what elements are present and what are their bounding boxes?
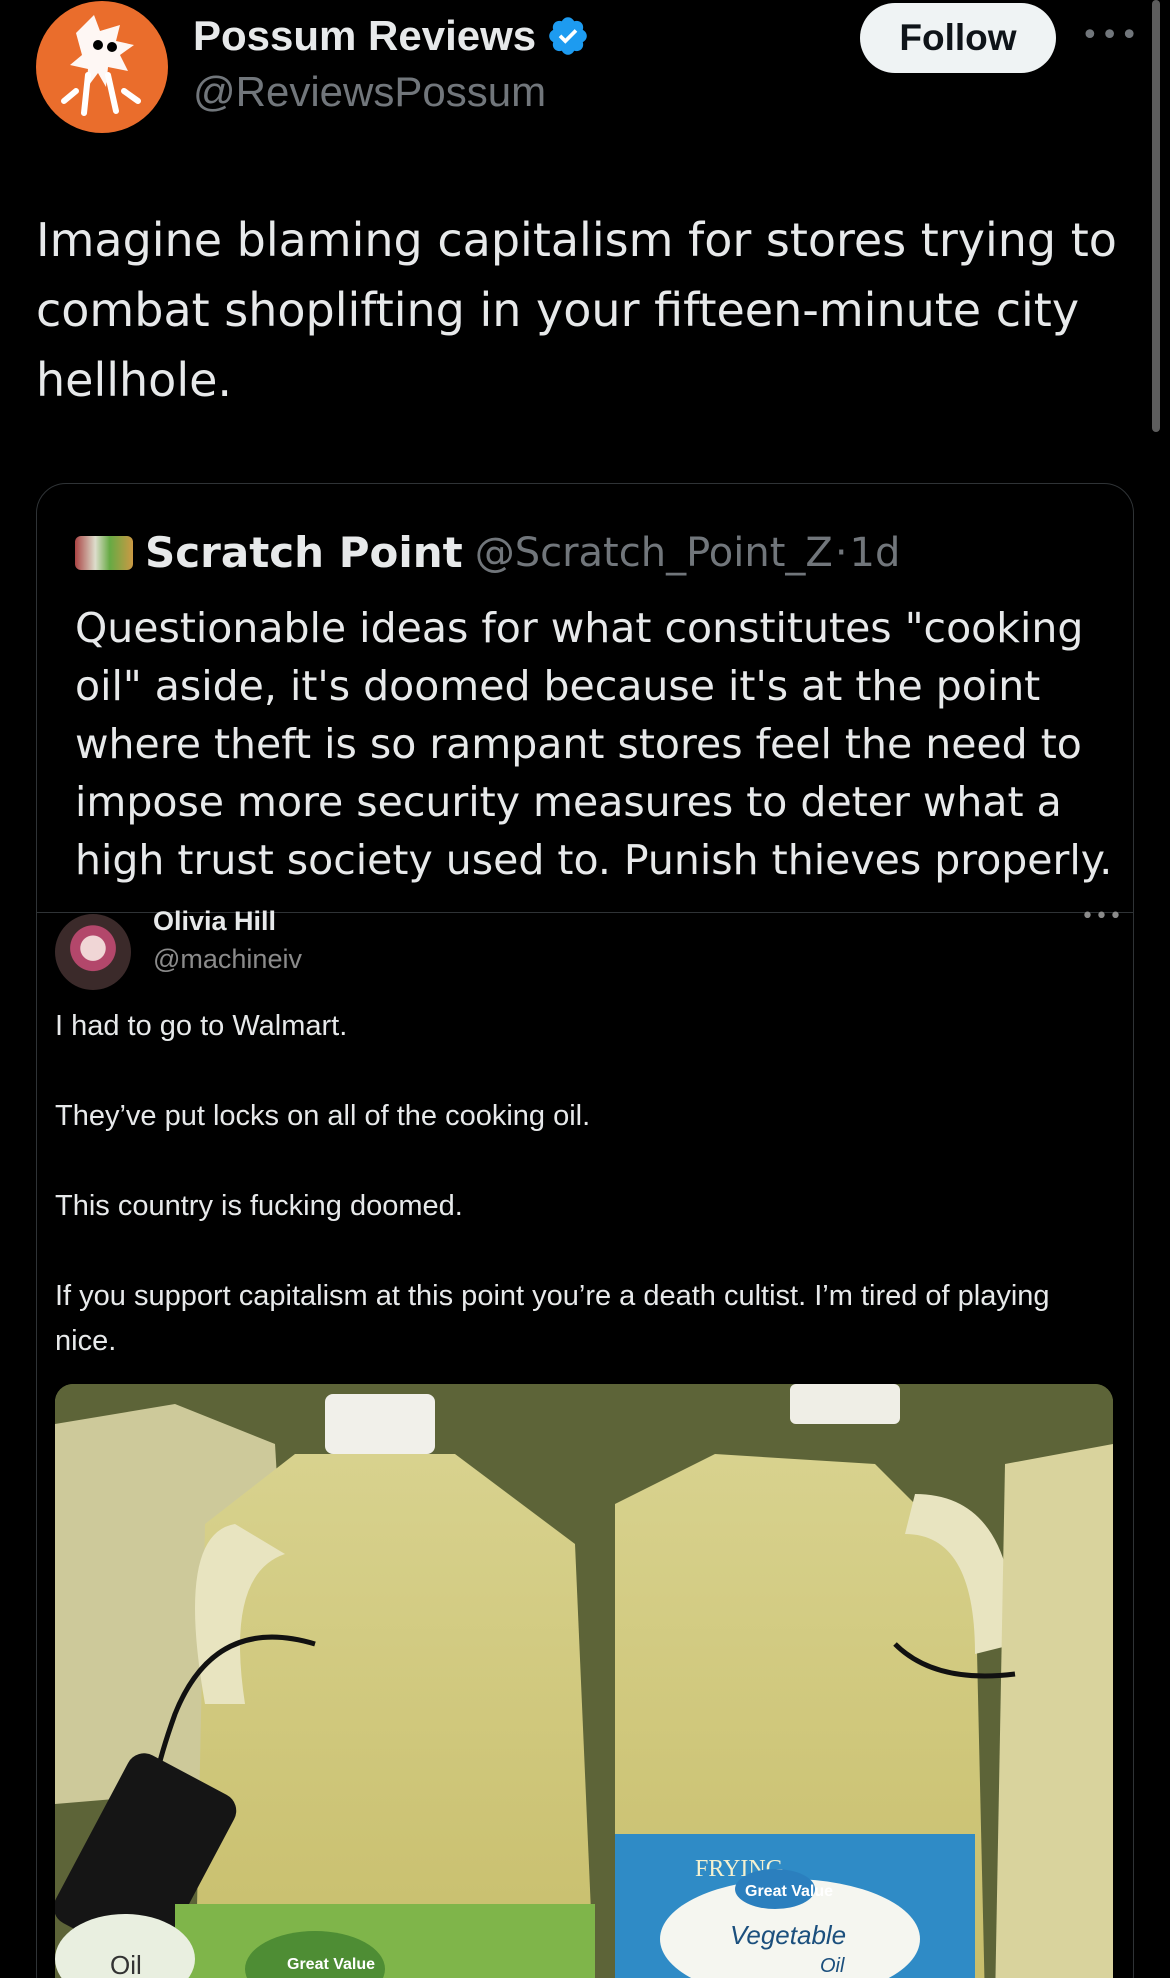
verified-badge-icon xyxy=(549,17,587,55)
embedded-author-name: Olivia Hill xyxy=(153,906,277,936)
quoted-author-handle: @Scratch_Point_Z xyxy=(474,529,833,576)
right-product-label-1: Vegetable xyxy=(730,1920,846,1950)
embedded-author-avatar xyxy=(55,914,131,990)
embedded-author-handle: @machineiv xyxy=(153,944,302,974)
quoted-author-avatar[interactable] xyxy=(75,535,133,570)
possum-logo-icon xyxy=(61,15,141,116)
author-avatar[interactable] xyxy=(36,1,168,133)
follow-button[interactable]: Follow xyxy=(860,3,1056,73)
tweet-detail-view: Possum Reviews @ReviewsPossum Follow •••… xyxy=(0,0,1170,1978)
right-product-label-2: Oil xyxy=(820,1955,845,1977)
embedded-more-icon: ••• xyxy=(1081,904,1123,929)
embedded-text-line: If you support capitalism at this point … xyxy=(55,1280,1050,1357)
quoted-tweet-text: Questionable ideas for what constitutes … xyxy=(75,604,1113,884)
author-handle[interactable]: @ReviewsPossum xyxy=(193,68,546,116)
quoted-tweet-header: Scratch Point @Scratch_Point_Z · 1d xyxy=(75,528,900,577)
oil-bottles-image: Great Value Oil FRYING Great Value Veget… xyxy=(55,1384,1113,1978)
left-product-label: Oil xyxy=(110,1950,142,1978)
embedded-text-line: I had to go to Walmart. xyxy=(55,1010,348,1042)
scrollbar[interactable] xyxy=(1152,0,1160,432)
left-brand-label: Great Value xyxy=(287,1956,375,1973)
embedded-text-line: They’ve put locks on all of the cooking … xyxy=(55,1100,591,1132)
author-name-row: Possum Reviews xyxy=(193,12,590,60)
more-options-icon[interactable]: ••• xyxy=(1081,18,1140,53)
right-brand-label: Great Value xyxy=(745,1883,833,1900)
cooking-oil-photo[interactable]: Great Value Oil FRYING Great Value Veget… xyxy=(55,1384,1113,1978)
author-name[interactable]: Possum Reviews xyxy=(193,12,536,60)
quoted-tweet-card[interactable]: Scratch Point @Scratch_Point_Z · 1d Ques… xyxy=(36,483,1134,1978)
tweet-text: Imagine blaming capitalism for stores tr… xyxy=(36,213,1117,407)
quoted-timestamp: 1d xyxy=(849,529,901,576)
embedded-text-line: This country is fucking doomed. xyxy=(55,1190,463,1222)
quoted-separator: · xyxy=(834,529,848,576)
quoted-author-name: Scratch Point xyxy=(145,528,463,577)
